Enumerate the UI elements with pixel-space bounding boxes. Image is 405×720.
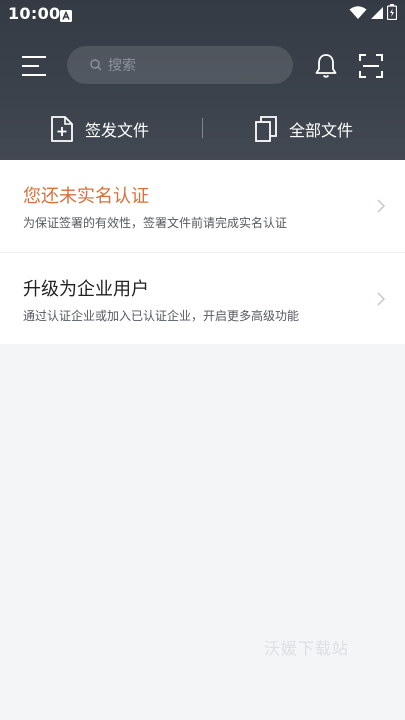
sign-file-button[interactable]: 签发文件 xyxy=(50,104,149,154)
upgrade-enterprise-subtitle: 通过认证企业或加入已认证企业，开启更多高级功能 xyxy=(23,309,300,323)
bell-icon[interactable] xyxy=(312,52,340,80)
add-document-icon xyxy=(50,116,74,142)
menu-icon[interactable] xyxy=(20,52,48,80)
battery-icon xyxy=(386,4,398,24)
status-time: 10:00 xyxy=(8,4,61,23)
verify-identity-subtitle: 为保证签署的有效性，签署文件前请完成实名认证 xyxy=(23,216,288,230)
scan-icon[interactable] xyxy=(357,52,385,80)
watermark-text: 沃媛下载站 xyxy=(264,639,350,658)
status-icons xyxy=(349,4,398,24)
card-list: 您还未实名认证 为保证签署的有效性，签署文件前请完成实名认证 升级为企业用户 通… xyxy=(0,160,405,344)
all-files-label: 全部文件 xyxy=(289,121,354,140)
upgrade-enterprise-card[interactable]: 升级为企业用户 通过认证企业或加入已认证企业，开启更多高级功能 xyxy=(0,252,405,344)
wifi-icon xyxy=(349,5,367,24)
search-placeholder: 搜索 xyxy=(108,58,136,74)
status-bar: 10:00 xyxy=(0,0,405,28)
action-bar: 签发文件 全部文件 xyxy=(0,104,405,154)
action-divider xyxy=(202,118,203,138)
verify-identity-card[interactable]: 您还未实名认证 为保证签署的有效性，签署文件前请完成实名认证 xyxy=(0,160,405,252)
upgrade-enterprise-title: 升级为企业用户 xyxy=(23,279,149,300)
app-header: 10:00 搜索 签发文件 全部文件 xyxy=(0,0,405,160)
app-notification-icon xyxy=(60,7,72,22)
copy-documents-icon xyxy=(254,116,278,142)
verify-identity-title: 您还未实名认证 xyxy=(23,186,149,207)
sign-file-label: 签发文件 xyxy=(85,121,150,140)
search-icon xyxy=(89,58,103,72)
chevron-right-icon xyxy=(375,198,387,214)
chevron-right-icon xyxy=(375,291,387,307)
search-input[interactable]: 搜索 xyxy=(67,46,293,84)
signal-icon xyxy=(370,5,384,24)
all-files-button[interactable]: 全部文件 xyxy=(254,104,353,154)
